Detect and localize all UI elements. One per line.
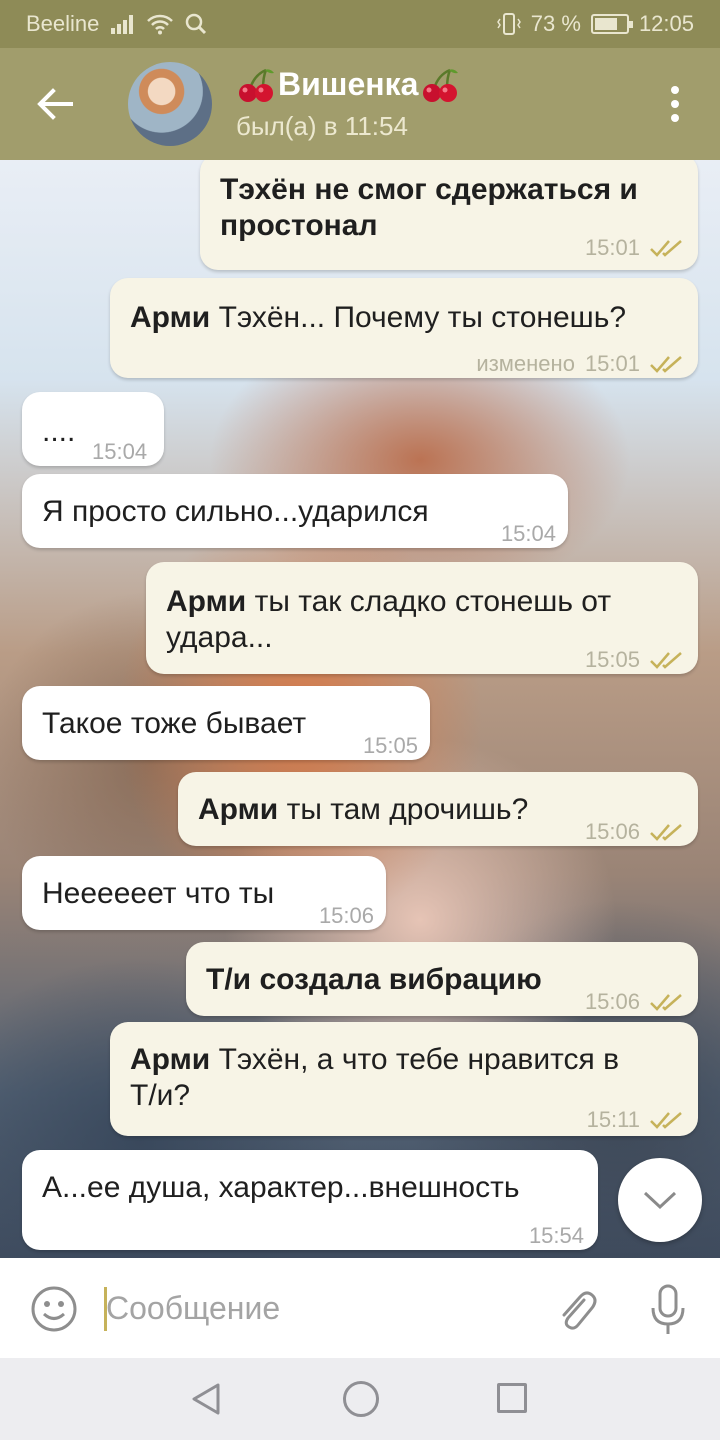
message-text: А...ее душа, характер...внешность bbox=[42, 1171, 520, 1204]
outgoing-message[interactable]: Арми ты там дрочишь? 15:06 bbox=[178, 772, 698, 846]
nav-recents-icon[interactable] bbox=[497, 1383, 527, 1413]
cherry-icon bbox=[239, 68, 274, 102]
message-sender: Арми bbox=[198, 793, 279, 826]
double-check-icon bbox=[650, 652, 682, 669]
message-sender: Арми bbox=[166, 585, 247, 618]
cellular-signal-icon bbox=[111, 14, 135, 34]
battery-icon bbox=[590, 14, 633, 34]
contact-avatar[interactable] bbox=[128, 62, 212, 146]
double-check-icon bbox=[650, 356, 682, 373]
message-time: 15:05 bbox=[584, 647, 640, 672]
search-icon bbox=[186, 13, 207, 35]
incoming-message[interactable]: Такое тоже бывает 15:05 bbox=[22, 686, 430, 760]
cherry-icon bbox=[423, 68, 459, 102]
incoming-message[interactable]: Я просто сильно...ударился 15:04 bbox=[22, 474, 568, 548]
double-check-icon bbox=[650, 1112, 682, 1129]
message-time: 15:05 bbox=[362, 733, 418, 758]
outgoing-message[interactable]: Арми Тэхён... Почему ты стонешь? изменен… bbox=[110, 278, 698, 378]
message-time: 15:01 bbox=[584, 235, 640, 260]
more-options-button[interactable] bbox=[668, 86, 682, 122]
message-list[interactable]: Тэхён не смог сдержаться и простонал 15:… bbox=[0, 160, 720, 1258]
back-button[interactable] bbox=[0, 48, 110, 160]
outgoing-message[interactable]: Т/и создала вибрацию 15:06 bbox=[186, 942, 698, 1016]
contact-name-text: Вишенка bbox=[278, 66, 419, 102]
incoming-message[interactable]: .... 15:04 bbox=[22, 392, 164, 466]
carrier-name: Beeline bbox=[26, 11, 100, 36]
chevron-down-icon bbox=[643, 1191, 677, 1210]
message-text-line2: Т/и? bbox=[130, 1079, 191, 1112]
message-text: .... bbox=[42, 415, 76, 448]
microphone-button[interactable] bbox=[650, 1284, 686, 1336]
message-time: 15:01 bbox=[584, 351, 640, 376]
message-time: 15:54 bbox=[528, 1223, 584, 1248]
wifi-icon bbox=[147, 14, 174, 35]
nav-back-icon[interactable] bbox=[190, 1382, 222, 1416]
message-text: Тэхён не смог сдержаться и bbox=[220, 173, 638, 206]
message-sender: Арми bbox=[130, 1043, 211, 1076]
scroll-to-bottom-button[interactable] bbox=[618, 1158, 702, 1242]
message-text: ты там дрочишь? bbox=[286, 793, 529, 826]
message-text: ты так сладко стонешь от bbox=[254, 585, 612, 618]
message-time: 15:06 bbox=[318, 903, 374, 928]
message-input[interactable] bbox=[106, 1284, 526, 1332]
message-text: Тэхён... Почему ты стонешь? bbox=[218, 301, 627, 334]
vibrate-icon bbox=[496, 13, 521, 35]
message-time: 15:04 bbox=[500, 521, 556, 546]
contact-name: Вишенка bbox=[236, 66, 460, 103]
edited-label: изменено bbox=[476, 351, 575, 376]
arrow-left-icon bbox=[37, 88, 73, 120]
message-text: Я просто сильно...ударился bbox=[42, 495, 429, 528]
message-text: Такое тоже бывает bbox=[42, 707, 307, 740]
message-composer bbox=[0, 1258, 720, 1358]
contact-info[interactable]: Вишенка был(а) в 11:54 bbox=[236, 66, 460, 142]
outgoing-message[interactable]: Арми Тэхён, а что тебе нравится в Т/и? 1… bbox=[110, 1022, 698, 1136]
battery-percent: 73 % bbox=[530, 11, 581, 36]
attach-button[interactable] bbox=[554, 1286, 598, 1334]
system-navigation-bar bbox=[0, 1358, 720, 1440]
message-time: 15:06 bbox=[584, 819, 640, 844]
nav-home-icon[interactable] bbox=[343, 1381, 379, 1417]
message-text-line2: простонал bbox=[220, 209, 378, 242]
emoji-button[interactable] bbox=[30, 1285, 78, 1333]
last-seen-status: был(а) в 11:54 bbox=[236, 111, 408, 141]
status-bar: Beeline 73 % 12:05 bbox=[0, 0, 720, 48]
message-text-line2: удара... bbox=[166, 621, 273, 654]
message-sender: Арми bbox=[130, 301, 211, 334]
incoming-message[interactable]: А...ее душа, характер...внешность 15:54 bbox=[22, 1150, 598, 1250]
message-time: 15:04 bbox=[92, 439, 148, 464]
outgoing-message[interactable]: Арми ты так сладко стонешь от удара... 1… bbox=[146, 562, 698, 674]
incoming-message[interactable]: Неееееет что ты 15:06 bbox=[22, 856, 386, 930]
double-check-icon bbox=[650, 994, 682, 1011]
outgoing-message[interactable]: Тэхён не смог сдержаться и простонал 15:… bbox=[200, 160, 698, 270]
message-text: Т/и создала вибрацию bbox=[206, 963, 542, 996]
message-time: 15:11 bbox=[586, 1107, 640, 1132]
message-text: Неееееет что ты bbox=[42, 877, 275, 910]
message-time: 15:06 bbox=[584, 989, 640, 1014]
double-check-icon bbox=[650, 824, 682, 841]
chat-header: Вишенка был(а) в 11:54 bbox=[0, 48, 720, 160]
double-check-icon bbox=[650, 240, 682, 257]
clock: 12:05 bbox=[638, 11, 694, 36]
message-text: Тэхён, а что тебе нравится в bbox=[218, 1043, 620, 1076]
